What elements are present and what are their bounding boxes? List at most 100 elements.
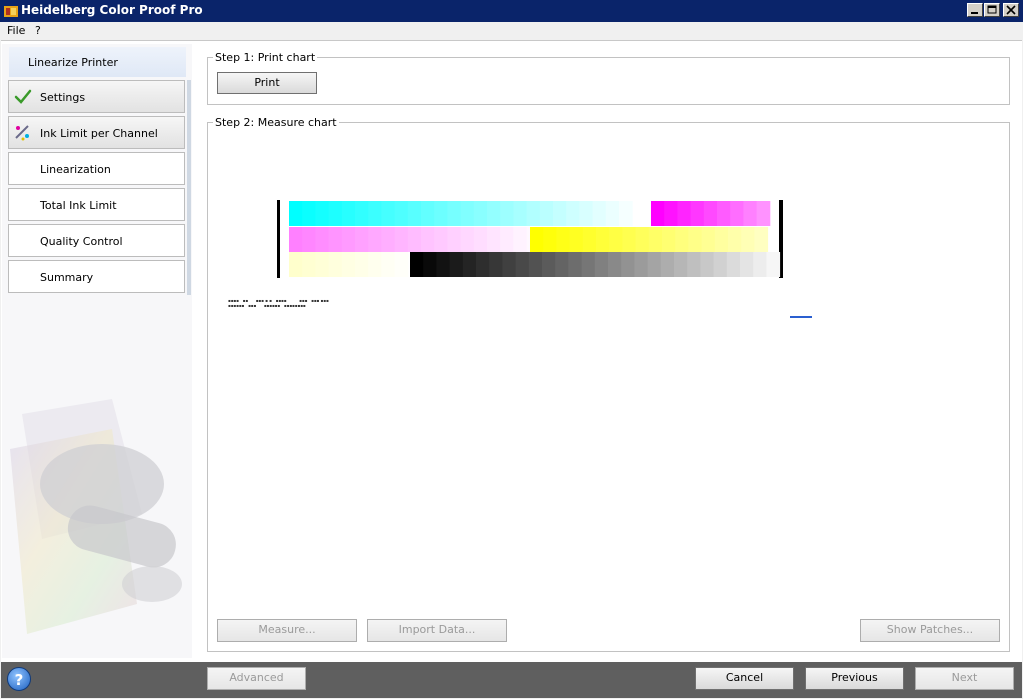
yellow-patch (662, 227, 676, 252)
cyan-patch (315, 201, 330, 226)
magenta-patch (460, 227, 475, 252)
yellow-patch (530, 227, 544, 252)
close-button[interactable] (1003, 3, 1019, 17)
magenta-patch (302, 227, 316, 252)
magenta-patch (703, 201, 718, 226)
yellow-patch (728, 227, 742, 252)
minimize-icon (971, 12, 978, 14)
magenta-patch (664, 201, 678, 226)
black-patch (700, 252, 715, 277)
yellow-patch (289, 252, 303, 277)
yellow-patch (701, 227, 716, 252)
magenta-patch (487, 227, 501, 252)
black-patch (489, 252, 503, 277)
magenta-patch (730, 201, 744, 226)
cyan-patch (328, 201, 343, 226)
step1-legend: Step 1: Print chart (213, 51, 318, 64)
sidebar-item-label: Total Ink Limit (40, 199, 117, 212)
black-patch (462, 252, 477, 277)
wizard-sidebar: Linearize Printer Settings Ink Limit per… (2, 44, 192, 658)
close-icon (1006, 5, 1016, 15)
chart-link-mark (790, 316, 812, 318)
black-patch (740, 252, 754, 277)
sidebar-scrollbar[interactable] (187, 80, 191, 295)
yellow-patch (688, 227, 703, 252)
yellow-patch (609, 227, 623, 252)
black-patch (766, 252, 781, 277)
yellow-patch (569, 227, 584, 252)
sidebar-item-label: Ink Limit per Channel (40, 127, 158, 140)
cyan-patch (289, 201, 303, 226)
yellow-patch (582, 227, 597, 252)
sidebar-item-summary[interactable]: Summary (8, 260, 185, 293)
cyan-patch (434, 201, 448, 226)
magenta-patch (434, 227, 448, 252)
black-patch (674, 252, 688, 277)
sidebar-item-label: Linearization (40, 163, 111, 176)
sidebar-item-ink-limit[interactable]: Ink Limit per Channel (8, 116, 185, 149)
sidebar-item-total-ink-limit[interactable]: Total Ink Limit (8, 188, 185, 221)
black-patch (647, 252, 662, 277)
window-title: Heidelberg Color Proof Pro (21, 3, 203, 17)
cyan-patch (592, 201, 607, 226)
menu-file[interactable]: File (7, 24, 25, 37)
ink-limit-icon (15, 125, 29, 141)
advanced-button[interactable]: Advanced (207, 667, 306, 690)
cyan-patch (605, 201, 620, 226)
magenta-patch (368, 227, 382, 252)
magenta-patch (421, 227, 435, 252)
magenta-patch (315, 227, 330, 252)
sidebar-item-label: Quality Control (40, 235, 123, 248)
menu-bar: File ? (0, 22, 1023, 40)
magenta-patch (381, 227, 396, 252)
next-button[interactable]: Next (915, 667, 1014, 690)
minimize-button[interactable] (967, 3, 983, 17)
menu-help[interactable]: ? (35, 24, 41, 37)
cyan-patch (341, 201, 356, 226)
black-patch (528, 252, 543, 277)
black-patch (476, 252, 490, 277)
yellow-patch (368, 252, 382, 277)
maximize-icon (987, 5, 997, 14)
yellow-patch (556, 227, 571, 252)
chart-caption: ▪▪▪▪▪▪ ▪▪▪ ▪▪▪▪▪▪ ▪▪▪▪▪▪▪▪ (228, 303, 306, 308)
help-icon[interactable]: ? (7, 667, 31, 691)
print-button[interactable]: Print (217, 72, 317, 94)
sidebar-item-settings[interactable]: Settings (8, 80, 185, 113)
yellow-patch (394, 252, 409, 277)
title-bar: Heidelberg Color Proof Pro (0, 0, 1023, 22)
yellow-patch (355, 252, 369, 277)
black-patch (687, 252, 701, 277)
sidebar-item-quality-control[interactable]: Quality Control (8, 224, 185, 257)
yellow-patch (302, 252, 316, 277)
black-patch (423, 252, 437, 277)
yellow-patch (341, 252, 356, 277)
yellow-patch (543, 227, 557, 252)
cyan-patch (513, 201, 528, 226)
measure-button[interactable]: Measure... (217, 619, 357, 642)
magenta-patch (743, 201, 758, 226)
yellow-patch (635, 227, 650, 252)
cyan-patch (500, 201, 514, 226)
cyan-patch (407, 201, 422, 226)
black-patch (515, 252, 530, 277)
sidebar-item-label: Summary (40, 271, 94, 284)
magenta-patch (355, 227, 369, 252)
cancel-button[interactable]: Cancel (695, 667, 794, 690)
black-patch (542, 252, 556, 277)
magenta-patch (328, 227, 343, 252)
import-data-button[interactable]: Import Data... (367, 619, 507, 642)
cyan-patch (579, 201, 594, 226)
step1-group (207, 57, 1010, 105)
magenta-patch (513, 227, 528, 252)
cyan-patch (460, 201, 475, 226)
maximize-button[interactable] (984, 3, 1000, 17)
magenta-patch (289, 227, 303, 252)
yellow-patch (648, 227, 663, 252)
show-patches-button[interactable]: Show Patches... (860, 619, 1000, 642)
magenta-patch (717, 201, 731, 226)
previous-button[interactable]: Previous (805, 667, 904, 690)
black-patch (726, 252, 741, 277)
sidebar-item-linearization[interactable]: Linearization (8, 152, 185, 185)
black-patch (555, 252, 569, 277)
